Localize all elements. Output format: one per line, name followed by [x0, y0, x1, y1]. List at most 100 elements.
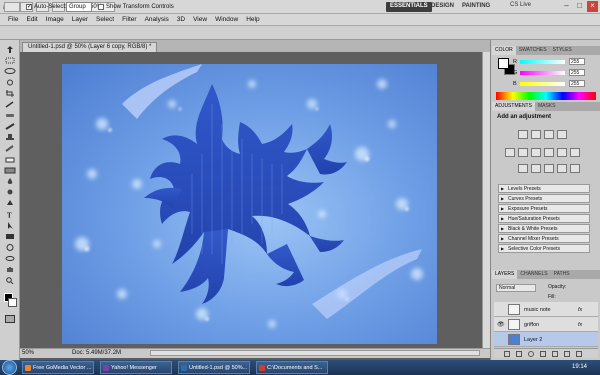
brightness-contrast-icon[interactable]	[518, 130, 528, 139]
dodge-tool-icon[interactable]	[3, 189, 17, 196]
auto-select-checkbox[interactable]	[26, 3, 32, 10]
path-selection-tool-icon[interactable]	[3, 222, 17, 229]
taskbar-item[interactable]: C:\Documents and S...	[256, 361, 328, 374]
quick-mask-icon[interactable]	[5, 315, 15, 323]
auto-select-dropdown[interactable]: Group	[66, 2, 92, 12]
taskbar-item[interactable]: Yahoo! Messenger	[100, 361, 172, 374]
add-style-icon[interactable]	[516, 351, 522, 357]
link-layers-icon[interactable]	[504, 351, 510, 357]
hand-tool-icon[interactable]	[3, 266, 17, 273]
green-slider[interactable]	[520, 71, 565, 75]
blue-value[interactable]: 255	[569, 80, 585, 87]
minimize-icon[interactable]: –	[561, 1, 572, 12]
lasso-tool-icon[interactable]	[3, 68, 17, 75]
hue-saturation-icon[interactable]	[518, 148, 528, 157]
preset-exposure[interactable]: Exposure Presets	[498, 204, 590, 213]
posterize-icon[interactable]	[531, 164, 541, 173]
3d-orbit-tool-icon[interactable]	[3, 255, 17, 262]
layer-row[interactable]: music note fx	[494, 302, 598, 317]
tab-layers[interactable]: LAYERS	[492, 270, 518, 279]
color-spectrum-bar[interactable]	[496, 92, 596, 100]
menu-analysis[interactable]: Analysis	[141, 14, 173, 25]
menu-image[interactable]: Image	[42, 14, 68, 25]
preset-black-white[interactable]: Black & White Presets	[498, 224, 590, 233]
levels-icon[interactable]	[531, 130, 541, 139]
menu-filter[interactable]: Filter	[118, 14, 140, 25]
maximize-icon[interactable]: □	[574, 1, 585, 12]
eye-icon[interactable]: 👁	[497, 321, 505, 328]
background-color-swatch[interactable]	[8, 298, 17, 307]
add-mask-icon[interactable]	[528, 351, 534, 357]
menu-help[interactable]: Help	[242, 14, 263, 25]
layer-name[interactable]: Layer 2	[524, 337, 542, 343]
preset-curves[interactable]: Curves Presets	[498, 194, 590, 203]
new-adjustment-icon[interactable]	[540, 351, 546, 357]
move-tool-preset-icon[interactable]	[4, 2, 20, 12]
vibrance-icon[interactable]	[505, 148, 515, 157]
gradient-map-icon[interactable]	[557, 164, 567, 173]
preset-selective-color[interactable]: Selective Color Presets	[498, 244, 590, 253]
move-tool-icon[interactable]	[3, 46, 17, 53]
cs-live-button[interactable]: CS Live	[510, 2, 531, 8]
menu-select[interactable]: Select	[92, 14, 118, 25]
status-zoom[interactable]: 50%	[22, 350, 34, 356]
preset-levels[interactable]: Levels Presets	[498, 184, 590, 193]
eraser-tool-icon[interactable]	[3, 156, 17, 163]
document-tab[interactable]: Untitled-1.psd @ 50% (Layer 6 copy, RGB/…	[22, 42, 158, 52]
color-panel-foreground-swatch[interactable]	[498, 58, 509, 69]
close-icon[interactable]: ×	[587, 1, 598, 12]
green-value[interactable]: 255	[569, 69, 585, 76]
selective-color-icon[interactable]	[570, 164, 580, 173]
vertical-scrollbar[interactable]	[482, 52, 490, 348]
workspace-design-button[interactable]: DESIGN	[427, 2, 458, 12]
tab-swatches[interactable]: SWATCHES	[516, 46, 550, 55]
invert-icon[interactable]	[518, 164, 528, 173]
layer-fx-icon[interactable]: fx	[578, 307, 582, 313]
new-group-icon[interactable]	[552, 351, 558, 357]
menu-3d[interactable]: 3D	[173, 14, 189, 25]
menu-file[interactable]: File	[4, 14, 22, 25]
tab-styles[interactable]: STYLES	[550, 46, 575, 55]
layer-fx-icon[interactable]: fx	[578, 322, 582, 328]
tab-color[interactable]: COLOR	[492, 46, 516, 55]
shape-tool-icon[interactable]	[3, 233, 17, 240]
taskbar-clock[interactable]: 19:14	[572, 364, 587, 370]
horizontal-scrollbar[interactable]	[150, 350, 480, 356]
blue-slider[interactable]	[520, 82, 565, 86]
threshold-icon[interactable]	[544, 164, 554, 173]
tab-channels[interactable]: CHANNELS	[517, 270, 550, 279]
taskbar-item[interactable]: Free GoMedia Vector ...	[22, 361, 94, 374]
tab-paths[interactable]: PATHS	[551, 270, 573, 279]
red-value[interactable]: 255	[569, 58, 585, 65]
preset-channel-mixer[interactable]: Channel Mixer Presets	[498, 234, 590, 243]
layer-name[interactable]: griffon	[524, 322, 539, 328]
workspace-painting-button[interactable]: PAINTING	[458, 2, 494, 12]
clone-stamp-tool-icon[interactable]	[3, 134, 17, 141]
healing-brush-tool-icon[interactable]	[3, 112, 17, 119]
layer-row[interactable]: 👁 griffon fx	[494, 317, 598, 332]
curves-icon[interactable]	[544, 130, 554, 139]
blur-tool-icon[interactable]	[3, 178, 17, 185]
menu-layer[interactable]: Layer	[68, 14, 92, 25]
3d-rotate-tool-icon[interactable]	[3, 244, 17, 251]
type-tool-icon[interactable]: T	[3, 211, 17, 219]
tab-adjustments[interactable]: ADJUSTMENTS	[492, 102, 535, 111]
start-button[interactable]	[2, 360, 17, 375]
blend-mode-select[interactable]: Normal	[496, 284, 536, 292]
history-brush-tool-icon[interactable]	[3, 145, 17, 152]
layer-row[interactable]: Layer 2	[494, 332, 598, 347]
show-transform-checkbox[interactable]	[98, 4, 104, 10]
red-slider[interactable]	[520, 60, 565, 64]
canvas[interactable]	[62, 64, 437, 344]
brush-tool-icon[interactable]	[3, 123, 17, 130]
black-white-icon[interactable]	[544, 148, 554, 157]
color-balance-icon[interactable]	[531, 148, 541, 157]
photo-filter-icon[interactable]	[557, 148, 567, 157]
exposure-icon[interactable]	[557, 130, 567, 139]
new-layer-icon[interactable]	[564, 351, 570, 357]
marquee-tool-icon[interactable]	[3, 57, 17, 64]
crop-tool-icon[interactable]	[3, 90, 17, 97]
layer-name[interactable]: music note	[524, 307, 551, 313]
channel-mixer-icon[interactable]	[570, 148, 580, 157]
menu-window[interactable]: Window	[211, 14, 242, 25]
